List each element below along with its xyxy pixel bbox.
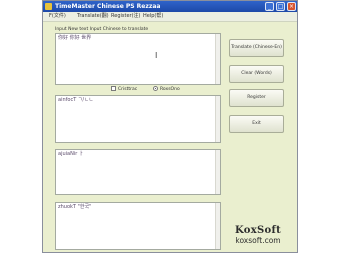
menu-file[interactable]: F(文件) <box>49 13 66 20</box>
checkbox-icon[interactable] <box>111 86 116 91</box>
maximize-button[interactable]: □ <box>276 2 285 11</box>
output-text-3: zhuokT "한국" <box>58 204 92 210</box>
option-checkbox[interactable]: Cristtrac <box>111 86 137 93</box>
output-text-2: ajuiaNir ㅏ <box>58 151 84 157</box>
register-button[interactable]: Register <box>229 89 284 107</box>
menu-bar: F(文件) Translate(翻) Register(注) Help(帮) <box>43 12 297 22</box>
title-bar[interactable]: TimeMaster Chinese PS Rezzaa _ □ × <box>43 1 297 12</box>
logo-wordmark: KoxSoft <box>234 225 282 236</box>
koxsoft-logo: KoxSoft koxsoft.com <box>229 225 287 251</box>
translate-button[interactable]: Translate (Chinese-En) <box>229 39 284 57</box>
input-text: 你好 你好 世界 <box>58 35 92 41</box>
output-textarea-1[interactable]: ainfocT ㄱ/ㄴㄴ <box>55 95 221 143</box>
menu-register[interactable]: Register(注) <box>111 13 141 20</box>
output-scrollbar-2[interactable] <box>215 150 220 194</box>
minimize-button[interactable]: _ <box>265 2 274 11</box>
output-text-1: ainfocT ㄱ/ㄴㄴ <box>58 97 94 103</box>
output-scrollbar-3[interactable] <box>215 203 220 249</box>
close-button[interactable]: × <box>287 2 296 11</box>
radio-label: RoxsOno <box>160 87 180 92</box>
exit-button[interactable]: Exit <box>229 115 284 133</box>
menu-help[interactable]: Help(帮) <box>143 13 163 20</box>
checkbox-label: Cristtrac <box>118 87 138 92</box>
menu-translate[interactable]: Translate(翻) <box>77 13 109 20</box>
window-title: TimeMaster Chinese PS Rezzaa <box>55 3 161 10</box>
option-radio[interactable]: RoxsOno <box>153 86 180 93</box>
app-icon <box>45 3 52 10</box>
output-textarea-2[interactable]: ajuiaNir ㅏ <box>55 149 221 195</box>
clear-button[interactable]: Clear (Words) <box>229 65 284 83</box>
logo-url: koxsoft.com <box>235 236 281 245</box>
chinese-input-textarea[interactable]: 你好 你好 世界 <box>55 33 221 85</box>
output-textarea-3[interactable]: zhuokT "한국" <box>55 202 221 250</box>
app-window: TimeMaster Chinese PS Rezzaa _ □ × F(文件)… <box>42 0 298 253</box>
input-scrollbar[interactable] <box>215 34 220 84</box>
output-scrollbar-1[interactable] <box>215 96 220 142</box>
text-cursor-icon: I <box>155 51 158 60</box>
radio-icon[interactable] <box>153 86 158 91</box>
